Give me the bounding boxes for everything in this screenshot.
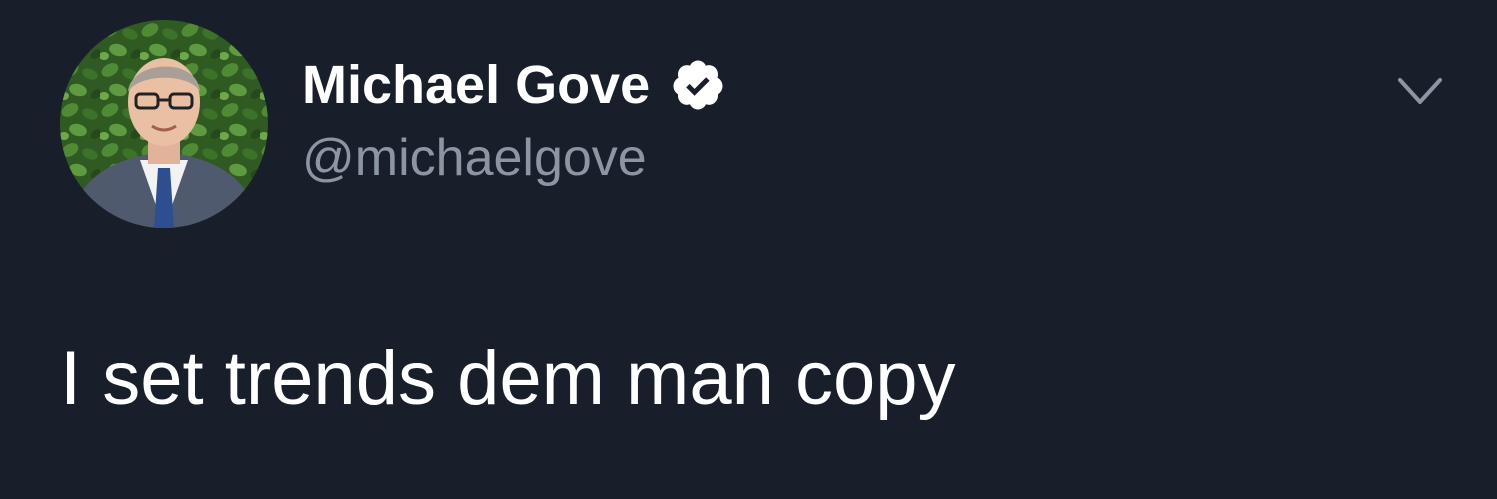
author-handle[interactable]: @michaelgove [302, 124, 647, 192]
profile-photo-image [60, 20, 268, 228]
verified-badge-icon [673, 60, 723, 110]
chevron-down-icon[interactable] [1396, 74, 1444, 108]
author-name-row: Michael Gove [302, 50, 726, 120]
author-display-name[interactable]: Michael Gove [302, 50, 650, 120]
avatar[interactable] [60, 20, 268, 228]
tweet-card: Michael Gove @michaelgove I set trends d… [0, 0, 1497, 499]
tweet-text: I set trends dem man copy [60, 336, 956, 421]
